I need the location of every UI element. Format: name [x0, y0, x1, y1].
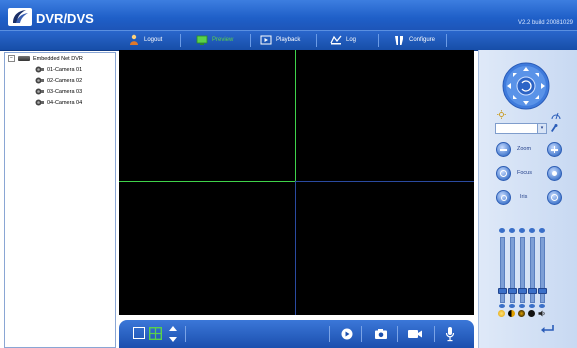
speaker-icon — [538, 310, 546, 317]
saturation-icon — [518, 310, 525, 317]
wiper-icon[interactable] — [551, 110, 561, 120]
iris-close-icon — [500, 194, 507, 201]
collapse-icon[interactable]: − — [8, 55, 15, 62]
hue-slider[interactable] — [528, 237, 537, 303]
contrast-slider[interactable] — [508, 237, 517, 303]
light-icon[interactable] — [497, 110, 506, 119]
video-pane-3[interactable] — [119, 182, 295, 315]
chevron-down-icon[interactable]: ▾ — [537, 124, 546, 133]
configure-icon — [393, 34, 405, 46]
menu-separator — [446, 34, 447, 47]
slider-handle[interactable] — [538, 288, 547, 294]
dvr-device-icon — [18, 56, 30, 61]
video-pane-1[interactable] — [119, 50, 295, 181]
ptz-panel: ▾ Zoom Focus Iris — [478, 50, 577, 348]
logout-icon — [128, 34, 140, 46]
page-scroll-icon[interactable] — [168, 325, 178, 343]
focus-far-icon — [552, 171, 557, 176]
preview-icon — [196, 34, 208, 46]
title-bar: DVR/DVS V2.2 build 20081029 — [0, 0, 577, 30]
snapshot-icon[interactable] — [374, 328, 388, 340]
log-icon — [330, 34, 342, 46]
active-pane-border — [119, 181, 295, 182]
reset-icon[interactable] — [539, 322, 555, 333]
menu-separator — [378, 34, 379, 47]
slider-up-icon[interactable] — [499, 228, 505, 233]
zoom-out-button[interactable] — [496, 142, 511, 157]
toolbar-separator — [434, 326, 435, 342]
slider-handle[interactable] — [518, 288, 527, 294]
play-icon[interactable] — [341, 328, 353, 340]
focus-label: Focus — [517, 170, 532, 176]
device-tree: − Embedded Net DVR 01-Camera 01 02-Camer… — [4, 52, 116, 348]
zoom-in-button[interactable] — [547, 142, 562, 157]
hue-icon — [528, 310, 535, 317]
tree-camera-item[interactable]: 02-Camera 02 — [35, 77, 82, 84]
camera-icon — [35, 77, 44, 84]
menu-preview[interactable]: Preview — [196, 33, 233, 47]
menu-separator — [180, 34, 181, 47]
menu-log[interactable]: Log — [330, 33, 356, 47]
iris-open-button[interactable] — [547, 190, 562, 205]
iris-label: Iris — [520, 194, 528, 200]
version-label: V2.2 build 20081029 — [517, 20, 573, 26]
brightness-slider[interactable] — [498, 237, 507, 303]
camera-icon — [35, 88, 44, 95]
zoom-label: Zoom — [517, 146, 532, 152]
single-view-icon[interactable] — [133, 327, 145, 339]
tree-camera-item[interactable]: 04-Camera 04 — [35, 99, 82, 106]
zoom-out-icon — [500, 149, 507, 151]
preset-select[interactable]: ▾ — [495, 123, 547, 134]
app-title: DVR/DVS — [36, 11, 94, 26]
video-pane-2[interactable] — [296, 50, 474, 181]
slider-handle[interactable] — [498, 288, 507, 294]
iris-close-button[interactable] — [496, 190, 511, 205]
toolbar-separator — [185, 326, 186, 342]
slider-handle[interactable] — [508, 288, 517, 294]
slider-down-icon[interactable] — [509, 304, 515, 308]
video-pane-4[interactable] — [296, 182, 474, 315]
active-pane-border — [295, 50, 296, 181]
playback-icon — [260, 34, 272, 46]
tree-camera-item[interactable]: 01-Camera 01 — [35, 66, 82, 73]
slider-up-icon[interactable] — [539, 228, 545, 233]
contrast-icon — [508, 310, 515, 317]
slider-down-icon[interactable] — [539, 304, 545, 308]
volume-slider[interactable] — [538, 237, 547, 303]
tree-camera-item[interactable]: 03-Camera 03 — [35, 88, 82, 95]
toolbar-separator — [361, 326, 362, 342]
saturation-slider[interactable] — [518, 237, 527, 303]
menu-separator — [250, 34, 251, 47]
slider-up-icon[interactable] — [509, 228, 515, 233]
menu-playback[interactable]: Playback — [260, 33, 300, 47]
menu-logout[interactable]: Logout — [128, 33, 162, 47]
preset-go-icon[interactable] — [549, 123, 559, 133]
slider-up-icon[interactable] — [529, 228, 535, 233]
record-icon[interactable] — [407, 329, 423, 339]
slider-down-icon[interactable] — [529, 304, 535, 308]
menu-separator — [316, 34, 317, 47]
toolbar-separator — [397, 326, 398, 342]
slider-down-icon[interactable] — [499, 304, 505, 308]
menu-configure[interactable]: Configure — [393, 33, 435, 47]
ptz-direction-pad[interactable] — [502, 62, 550, 110]
camera-icon — [35, 99, 44, 106]
brightness-icon — [498, 310, 505, 317]
camera-icon — [35, 66, 44, 73]
quad-view-icon[interactable] — [148, 326, 163, 341]
focus-far-button[interactable] — [547, 166, 562, 181]
slider-handle[interactable] — [528, 288, 537, 294]
menu-bar: Logout Preview Playback Log Configure — [0, 30, 577, 51]
focus-near-icon — [500, 170, 507, 177]
preview-toolbar — [119, 320, 474, 348]
microphone-icon[interactable] — [445, 326, 455, 342]
slider-down-icon[interactable] — [519, 304, 525, 308]
tree-root-item[interactable]: − Embedded Net DVR — [8, 55, 83, 62]
slider-up-icon[interactable] — [519, 228, 525, 233]
toolbar-separator — [329, 326, 330, 342]
focus-near-button[interactable] — [496, 166, 511, 181]
iris-open-icon — [551, 194, 558, 201]
app-logo-icon — [8, 8, 32, 26]
